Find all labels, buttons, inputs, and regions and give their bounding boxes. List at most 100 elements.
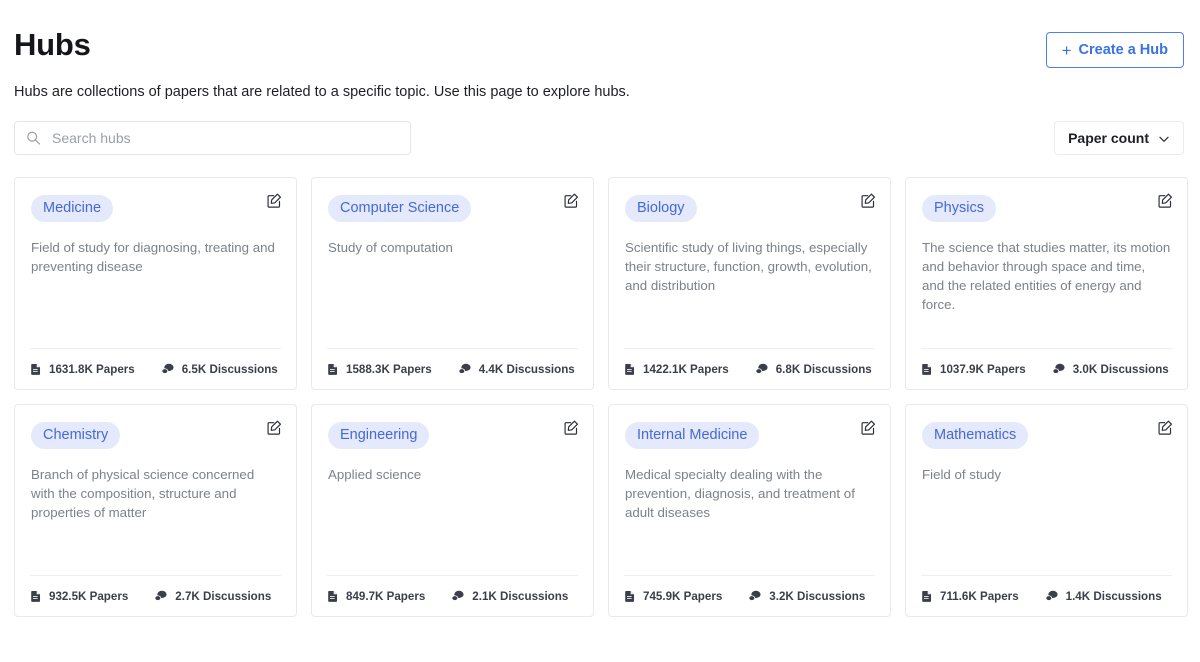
hubs-page: Hubs + Create a Hub Hubs are collections… (0, 0, 1200, 662)
hub-description: Applied science (328, 467, 422, 482)
hub-card-footer: 745.9K Papers 3.2K Discussions (624, 575, 875, 616)
create-hub-button[interactable]: + Create a Hub (1045, 32, 1184, 68)
discussions-count-label: 4.4K Discussions (478, 362, 575, 376)
chat-bubbles-icon (1045, 590, 1059, 602)
discussions-stat: 3.2K Discussions (748, 590, 865, 603)
discussions-count-label: 2.1K Discussions (472, 589, 569, 603)
edit-icon[interactable] (266, 419, 283, 436)
papers-stat: 711.6K Papers (921, 590, 1019, 603)
chat-bubbles-icon (1052, 363, 1066, 375)
chat-bubbles-icon (458, 363, 472, 375)
edit-icon[interactable] (563, 419, 580, 436)
discussions-count-label: 1.4K Discussions (1065, 589, 1162, 603)
discussions-stat: 2.7K Discussions (154, 590, 271, 603)
papers-count-label: 1422.1K Papers (643, 362, 729, 376)
hub-description: Medical specialty dealing with the preve… (625, 467, 855, 520)
hub-card[interactable]: Medicine Field of study for diagnosing, … (14, 177, 297, 390)
edit-icon[interactable] (563, 192, 580, 209)
hub-card-footer: 1422.1K Papers 6.8K Discussions (624, 348, 875, 389)
hub-description: The science that studies matter, its mot… (922, 240, 1171, 312)
hub-name-tag: Internal Medicine (625, 422, 760, 449)
edit-icon[interactable] (860, 192, 877, 209)
papers-count-label: 1588.3K Papers (346, 362, 432, 376)
discussions-count-label: 3.0K Discussions (1072, 362, 1169, 376)
hub-card-footer: 1037.9K Papers 3.0K Discussions (921, 348, 1172, 389)
edit-icon[interactable] (266, 192, 283, 209)
papers-count-label: 1037.9K Papers (940, 362, 1026, 376)
hub-description: Scientific study of living things, espec… (625, 240, 872, 293)
create-hub-button-label: Create a Hub (1078, 42, 1168, 58)
search-icon (26, 131, 41, 146)
page-title: Hubs (14, 27, 91, 62)
plus-icon: + (1061, 40, 1072, 60)
discussions-stat: 6.8K Discussions (755, 363, 872, 376)
papers-count-label: 932.5K Papers (49, 589, 129, 603)
papers-stat: 849.7K Papers (327, 590, 425, 603)
papers-stat: 1422.1K Papers (624, 363, 729, 376)
document-icon (624, 363, 636, 375)
search-hubs-box[interactable] (14, 121, 411, 155)
controls-row: Paper count (14, 121, 1184, 155)
search-input[interactable] (15, 122, 410, 154)
papers-count-label: 849.7K Papers (346, 589, 426, 603)
document-icon (30, 590, 42, 602)
discussions-stat: 3.0K Discussions (1052, 363, 1169, 376)
document-icon (327, 363, 339, 375)
hub-card-footer: 932.5K Papers 2.7K Discussions (30, 575, 281, 616)
hub-card-footer: 849.7K Papers 2.1K Discussions (327, 575, 578, 616)
chevron-down-icon (1158, 132, 1170, 144)
document-icon (327, 590, 339, 602)
hub-description: Branch of physical science concerned wit… (31, 467, 255, 520)
hub-card[interactable]: Engineering Applied science 849.7K Paper… (311, 404, 594, 617)
sort-dropdown-label: Paper count (1068, 130, 1149, 146)
papers-stat: 1037.9K Papers (921, 363, 1026, 376)
papers-stat: 1631.8K Papers (30, 363, 135, 376)
hub-name-tag: Physics (922, 195, 996, 222)
discussions-stat: 2.1K Discussions (451, 590, 568, 603)
papers-stat: 932.5K Papers (30, 590, 128, 603)
page-header: Hubs + Create a Hub (0, 0, 1200, 68)
document-icon (624, 590, 636, 602)
discussions-stat: 4.4K Discussions (458, 363, 575, 376)
chat-bubbles-icon (451, 590, 465, 602)
discussions-count-label: 3.2K Discussions (769, 589, 866, 603)
hub-name-tag: Biology (625, 195, 697, 222)
edit-icon[interactable] (860, 419, 877, 436)
document-icon (30, 363, 42, 375)
hub-card-footer: 1631.8K Papers 6.5K Discussions (30, 348, 281, 389)
document-icon (921, 590, 933, 602)
hub-name-tag: Computer Science (328, 195, 472, 222)
papers-count-label: 745.9K Papers (643, 589, 723, 603)
chat-bubbles-icon (154, 590, 168, 602)
hub-name-tag: Mathematics (922, 422, 1029, 449)
discussions-stat: 6.5K Discussions (161, 363, 278, 376)
hub-card[interactable]: Biology Scientific study of living thing… (608, 177, 891, 390)
sort-dropdown[interactable]: Paper count (1054, 121, 1184, 155)
document-icon (921, 363, 933, 375)
hubs-grid: Medicine Field of study for diagnosing, … (14, 177, 1200, 617)
hub-card[interactable]: Chemistry Branch of physical science con… (14, 404, 297, 617)
edit-icon[interactable] (1157, 192, 1174, 209)
discussions-count-label: 6.5K Discussions (181, 362, 278, 376)
discussions-stat: 1.4K Discussions (1045, 590, 1162, 603)
discussions-count-label: 2.7K Discussions (175, 589, 272, 603)
hub-name-tag: Engineering (328, 422, 430, 449)
chat-bubbles-icon (161, 363, 175, 375)
hub-description: Field of study for diagnosing, treating … (31, 240, 275, 274)
papers-stat: 1588.3K Papers (327, 363, 432, 376)
papers-stat: 745.9K Papers (624, 590, 722, 603)
chat-bubbles-icon (755, 363, 769, 375)
hub-card[interactable]: Internal Medicine Medical specialty deal… (608, 404, 891, 617)
discussions-count-label: 6.8K Discussions (775, 362, 872, 376)
hub-name-tag: Chemistry (31, 422, 121, 449)
hub-card[interactable]: Computer Science Study of computation 15… (311, 177, 594, 390)
hub-card[interactable]: Physics The science that studies matter,… (905, 177, 1188, 390)
papers-count-label: 711.6K Papers (940, 589, 1019, 603)
hub-card-footer: 711.6K Papers 1.4K Discussions (921, 575, 1172, 616)
hub-description: Field of study (922, 467, 1002, 482)
hub-description: Study of computation (328, 240, 453, 255)
hub-card[interactable]: Mathematics Field of study 711.6K Papers (905, 404, 1188, 617)
chat-bubbles-icon (748, 590, 762, 602)
hub-name-tag: Medicine (31, 195, 114, 222)
edit-icon[interactable] (1157, 419, 1174, 436)
